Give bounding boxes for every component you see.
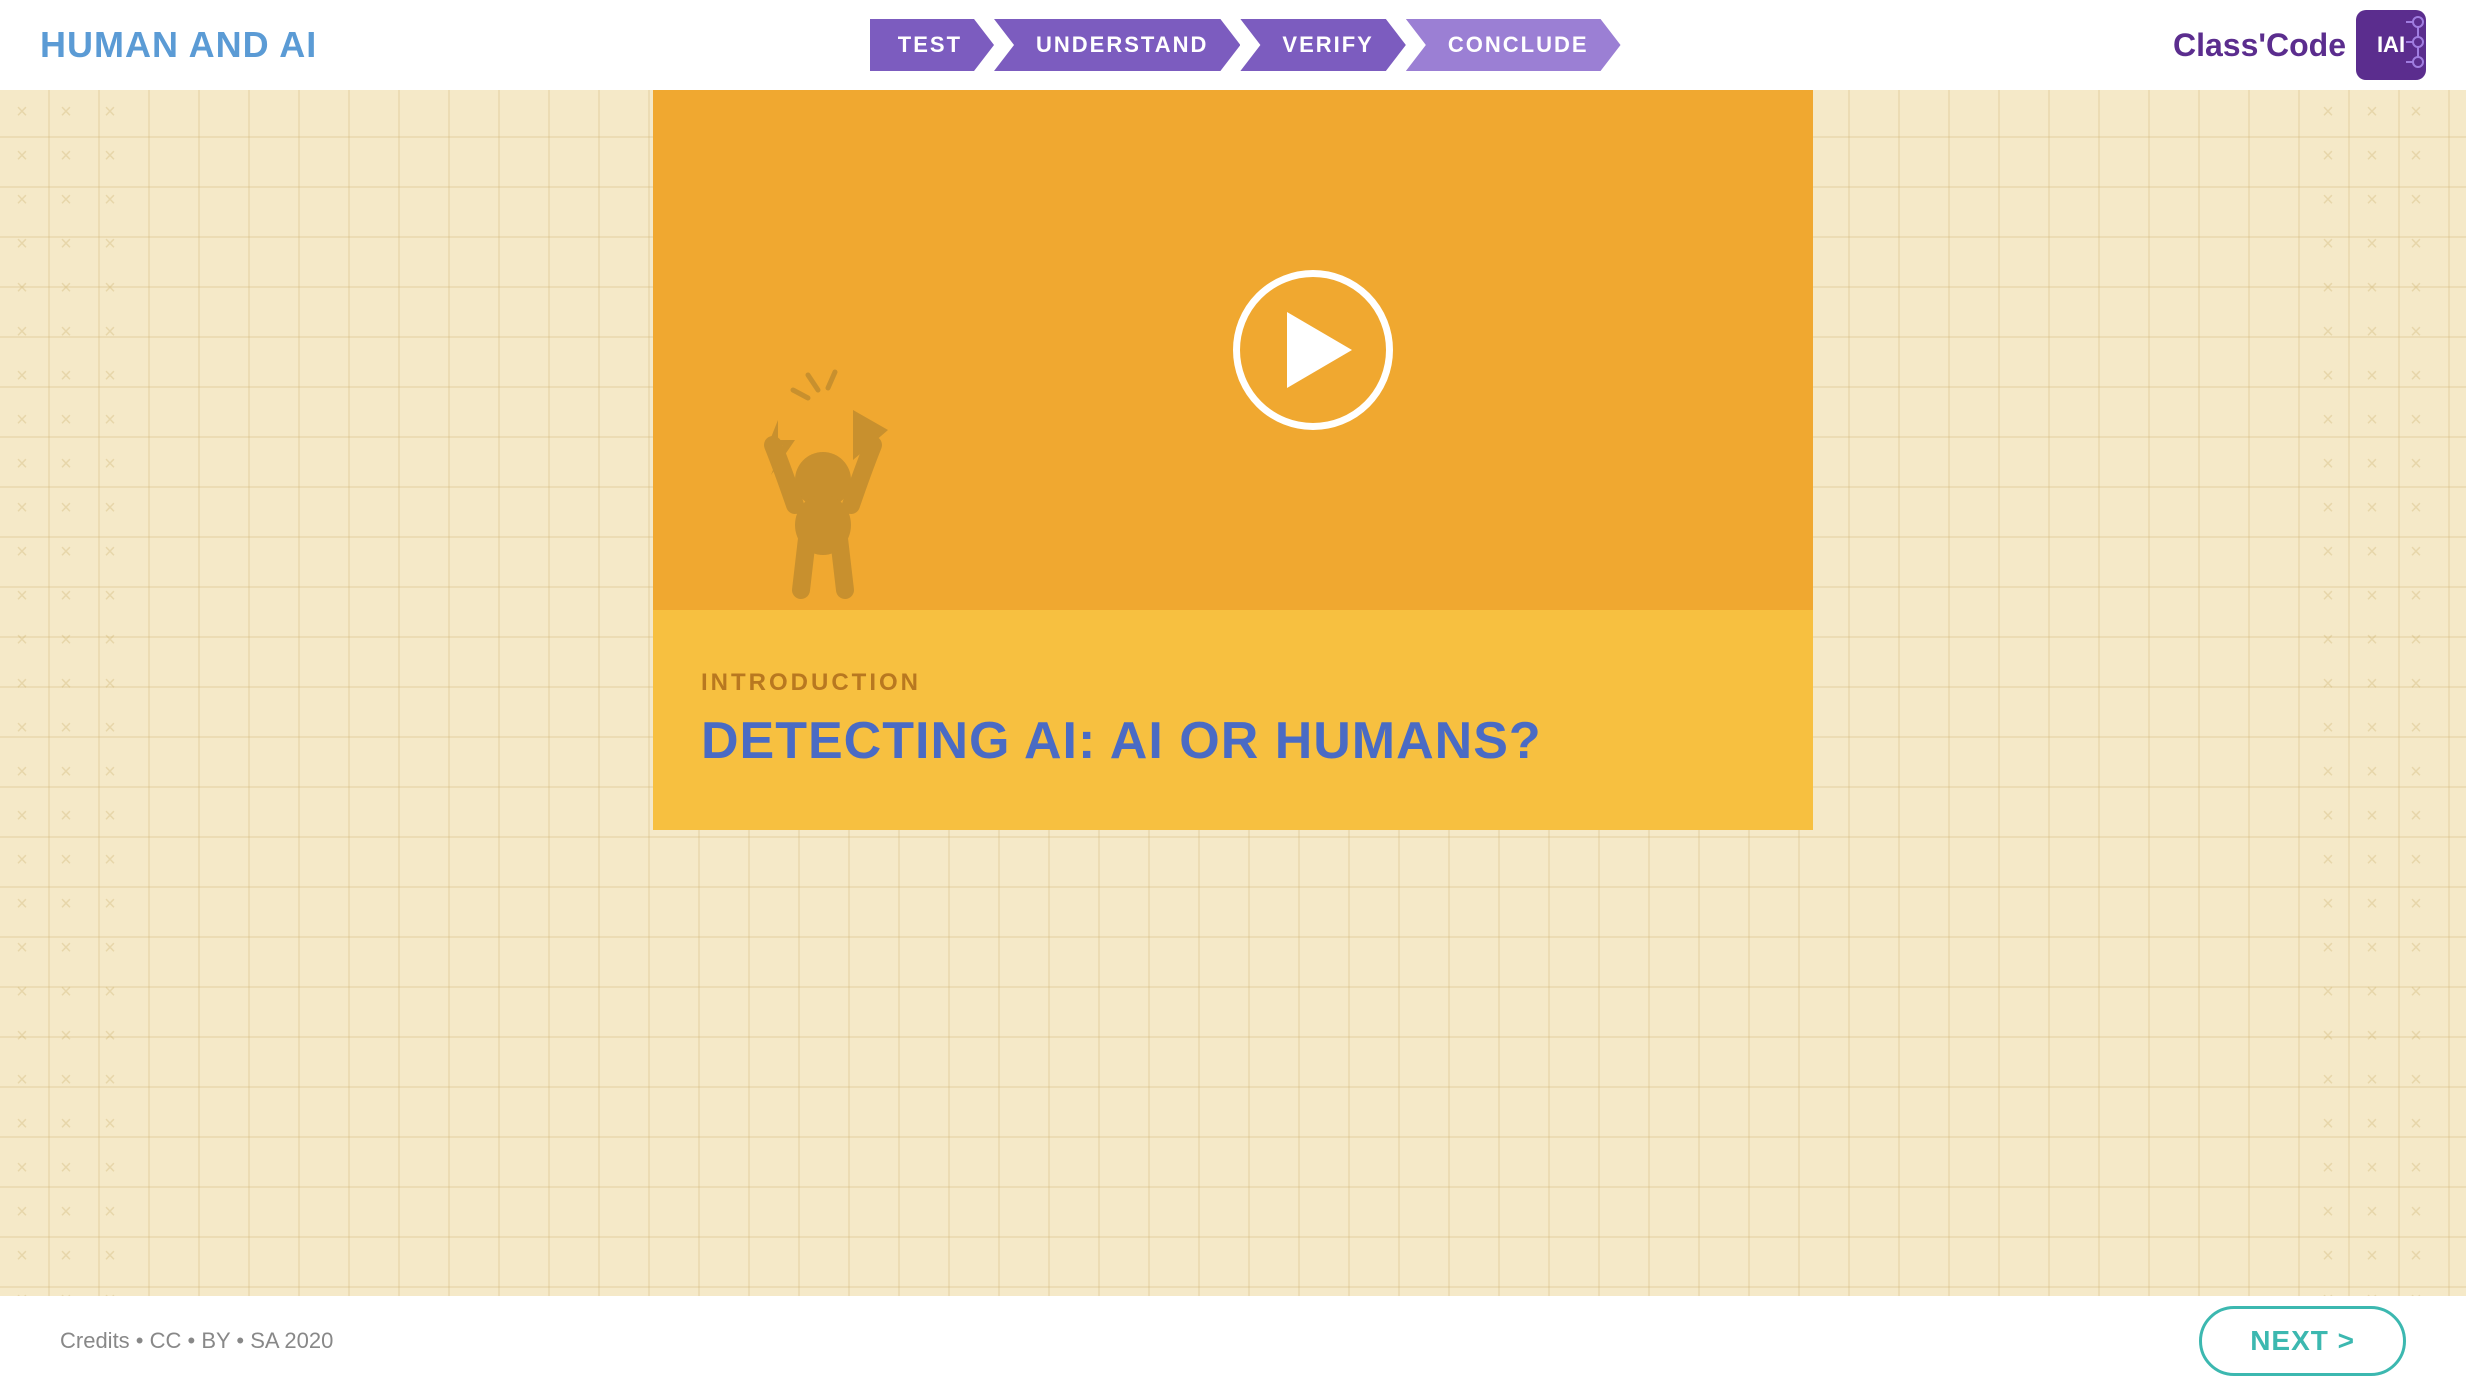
intro-label: INTRODUCTION: [701, 669, 1765, 697]
credits-text: Credits • CC • BY • SA 2020: [60, 1328, 333, 1354]
character-illustration: [693, 190, 893, 610]
next-button[interactable]: NEXT >: [2199, 1306, 2406, 1376]
video-upper: [653, 90, 1813, 610]
footer: Credits • CC • BY • SA 2020 NEXT >: [0, 1296, 2466, 1386]
nav-step-test[interactable]: TEST: [870, 19, 994, 71]
play-button[interactable]: [1233, 270, 1393, 430]
play-icon: [1287, 312, 1352, 388]
svg-text:IAI: IAI: [2377, 32, 2405, 57]
logo-area: Class'Code IAI: [2173, 10, 2426, 80]
video-container: INTRODUCTION DETECTING AI: AI OR HUMANS?: [653, 90, 1813, 830]
logo-text: Class'Code: [2173, 27, 2346, 64]
intro-title: DETECTING AI: AI OR HUMANS?: [701, 711, 1765, 771]
nav-steps: TESTUNDERSTANDVERIFYCONCLUDE: [870, 19, 1621, 71]
nav-step-understand[interactable]: UNDERSTAND: [994, 19, 1240, 71]
app-title: HUMAN AND AI: [40, 24, 317, 66]
nav-step-conclude[interactable]: CONCLUDE: [1406, 19, 1621, 71]
logo-icon: IAI: [2356, 10, 2426, 80]
nav-step-verify[interactable]: VERIFY: [1240, 19, 1405, 71]
video-lower: INTRODUCTION DETECTING AI: AI OR HUMANS?: [653, 610, 1813, 830]
header: HUMAN AND AI TESTUNDERSTANDVERIFYCONCLUD…: [0, 0, 2466, 90]
